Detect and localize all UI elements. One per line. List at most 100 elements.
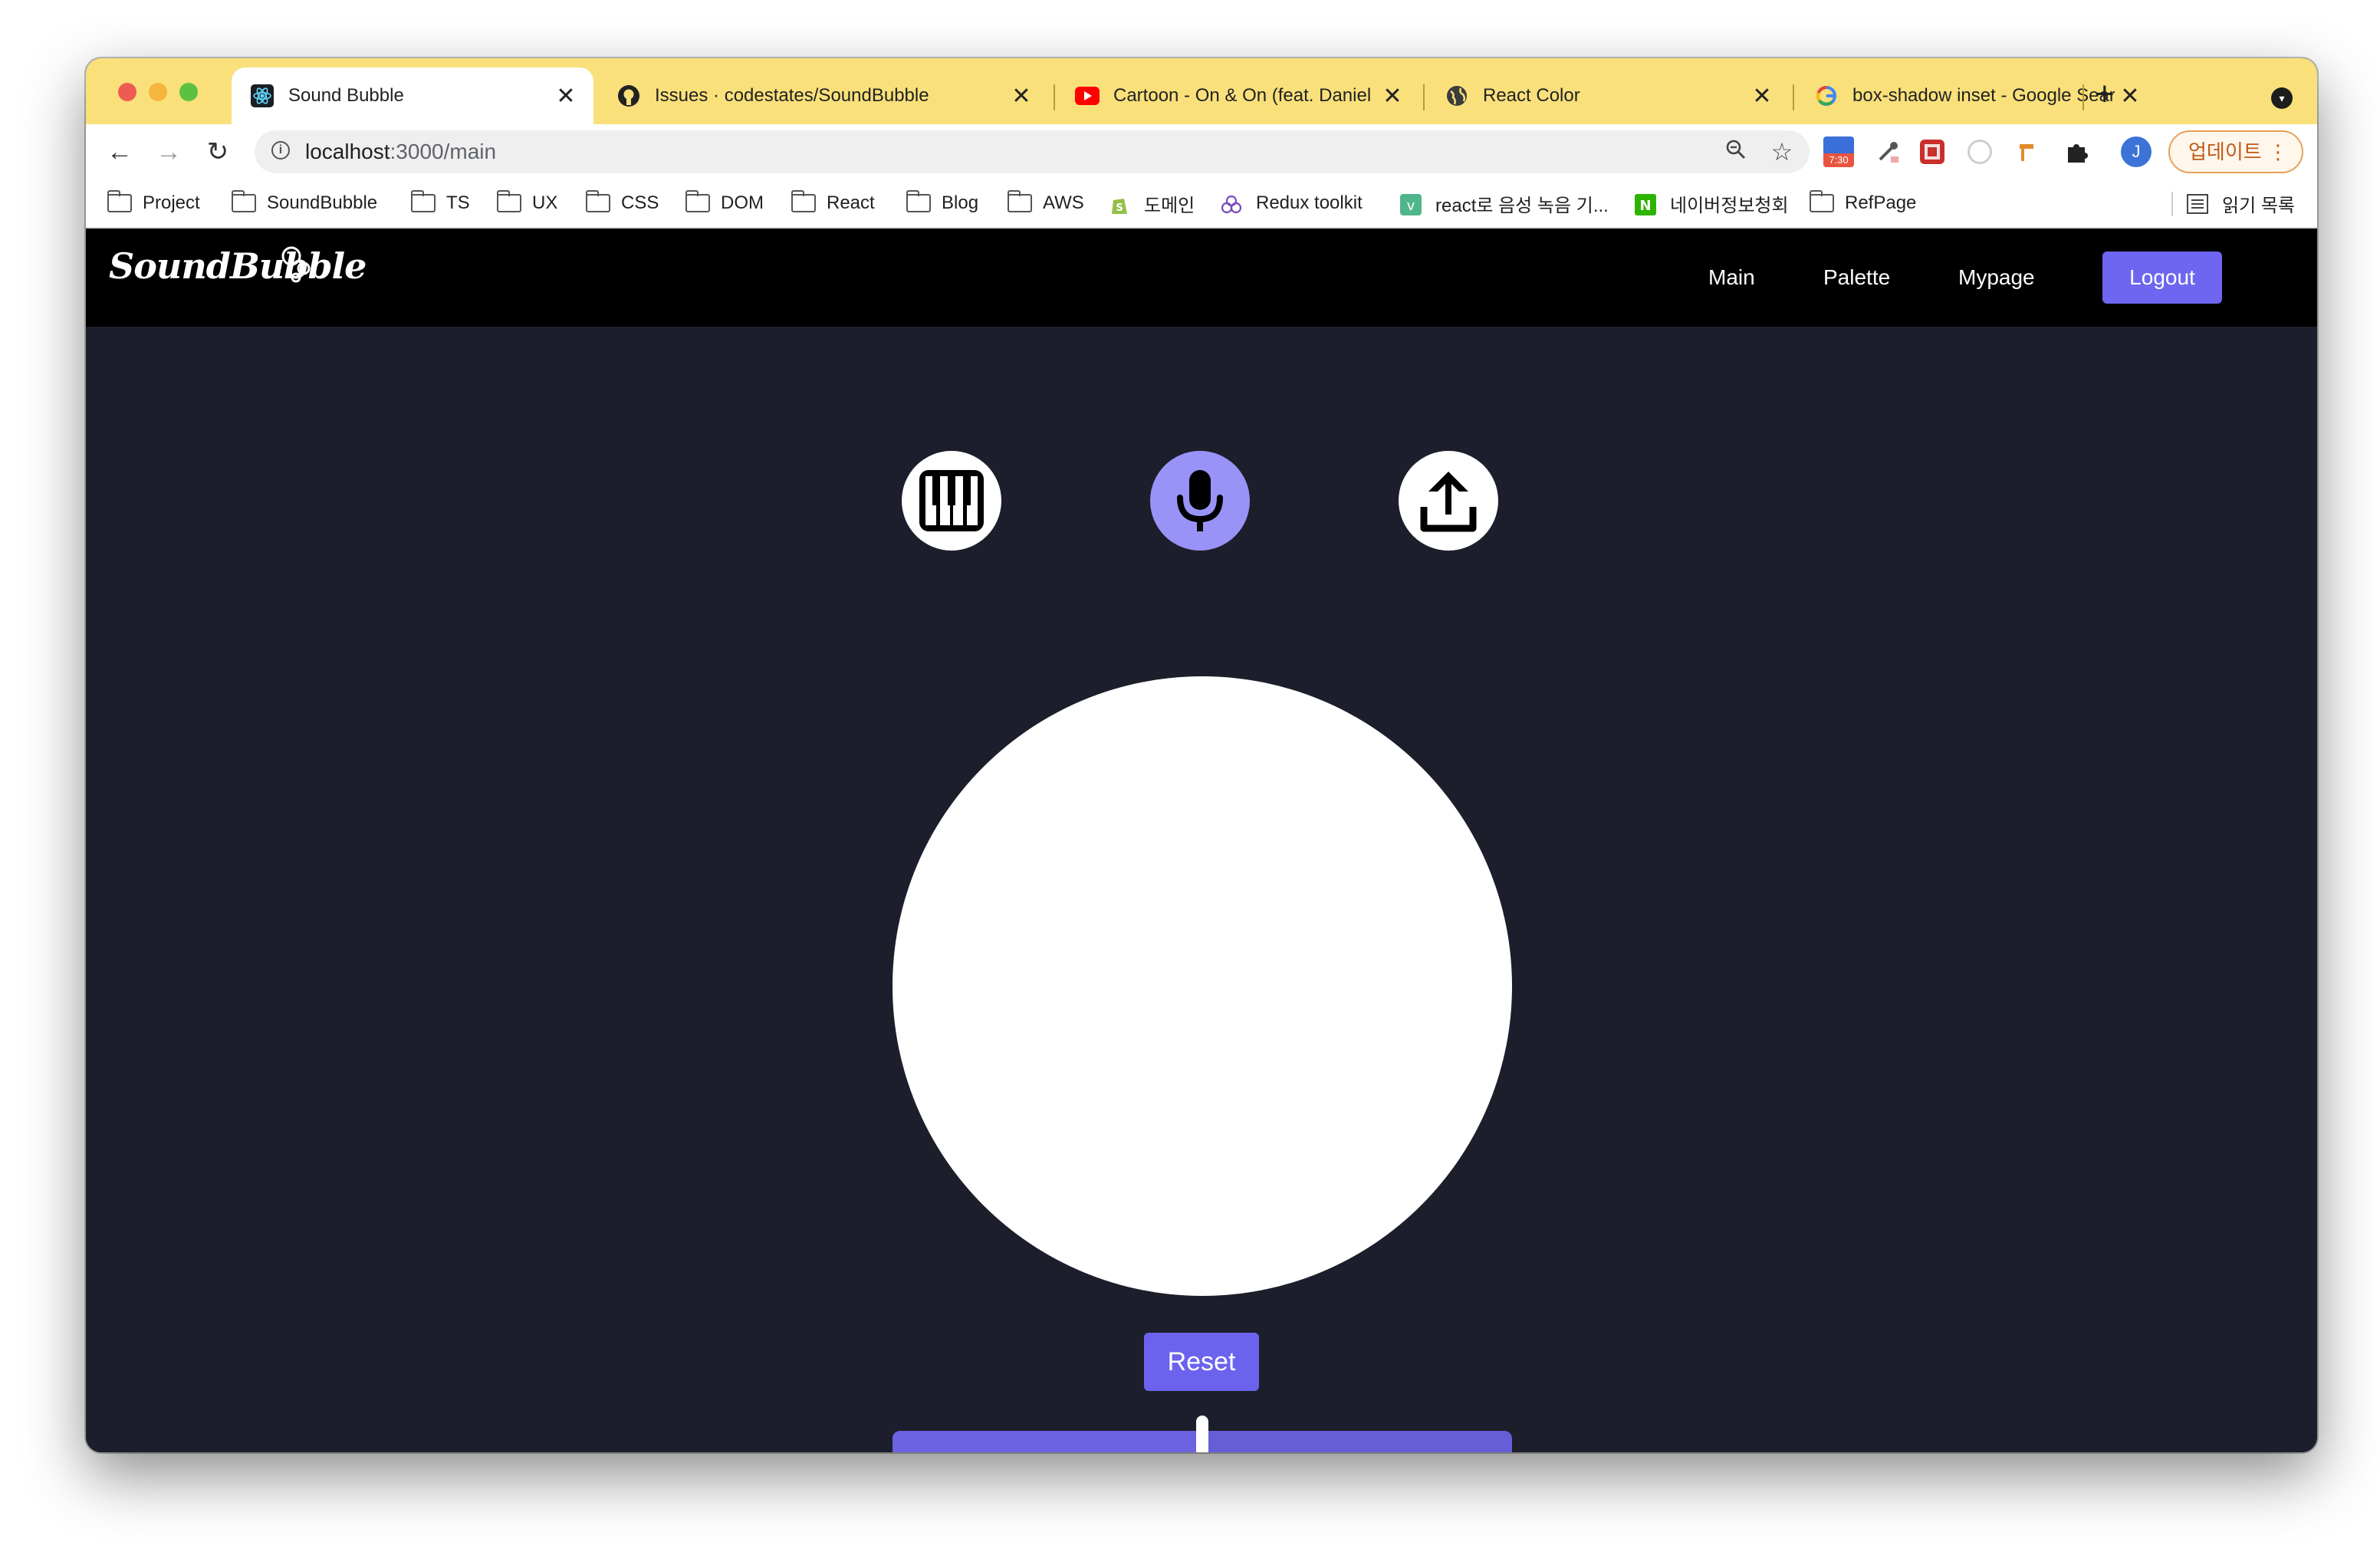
bookmark-label: React — [827, 192, 875, 213]
tab-strip: Sound Bubble ✕ Issues · codestates/Sound… — [86, 58, 2317, 124]
tab-title: box-shadow inset - Google Search — [1852, 85, 2115, 106]
wrench-extension-icon[interactable] — [2015, 140, 2040, 164]
nav-main-link[interactable]: Main — [1708, 229, 1755, 327]
bookmarks-bar: Project SoundBubble TS UX CSS DOM React … — [86, 179, 2317, 229]
bookmark-label: CSS — [621, 192, 659, 213]
circle-extension-icon[interactable] — [1967, 140, 1992, 164]
bubbles-icon — [281, 246, 311, 283]
bookmark-label: UX — [532, 192, 558, 213]
extensions-puzzle-icon[interactable] — [2064, 140, 2089, 164]
logout-button[interactable]: Logout — [2102, 252, 2222, 304]
minimize-window-button[interactable] — [149, 83, 167, 101]
zoom-icon[interactable] — [1719, 135, 1753, 169]
bookmark-react-recording[interactable]: v react로 음성 녹음 기... — [1400, 179, 1609, 227]
red-extension-icon[interactable] — [1920, 140, 1944, 164]
bookmark-naver[interactable]: N 네이버정보청회 — [1635, 179, 1789, 227]
react-icon — [250, 84, 274, 108]
nav-mypage-link[interactable]: Mypage — [1958, 229, 2035, 327]
site-info-icon[interactable]: i — [271, 141, 290, 159]
bookmark-ux[interactable]: UX — [496, 179, 558, 227]
folder-icon — [496, 190, 521, 212]
folder-icon — [1007, 190, 1032, 212]
bookmark-dom[interactable]: DOM — [685, 179, 764, 227]
tab-separator — [1793, 84, 1794, 110]
sound-bubble-canvas[interactable] — [893, 676, 1512, 1296]
bookmark-aws[interactable]: AWS — [1007, 179, 1084, 227]
tab-github-issues[interactable]: Issues · codestates/SoundBubble ✕ — [598, 67, 1049, 124]
bookmark-ts[interactable]: TS — [410, 179, 470, 227]
upload-icon — [1420, 472, 1477, 532]
piano-mode-button[interactable] — [902, 451, 1001, 551]
extension-badge: 7:30 — [1823, 153, 1854, 167]
bookmark-react[interactable]: React — [791, 179, 875, 227]
bookmark-label: TS — [446, 192, 470, 213]
folder-icon — [410, 190, 436, 212]
bookmark-label: 네이버정보청회 — [1670, 195, 1789, 216]
close-window-button[interactable] — [118, 83, 136, 101]
more-menu-icon[interactable]: ⋮ — [2268, 132, 2288, 172]
update-button[interactable]: 업데이트 ⋮ — [2168, 130, 2303, 173]
bookmark-domain[interactable]: S 도메인 — [1109, 179, 1195, 227]
sound-bubble-page: SoundBubble Main Palette Mypage Logout R… — [86, 229, 2317, 1452]
folder-icon — [685, 190, 710, 212]
tab-close-icon[interactable]: ✕ — [551, 83, 581, 110]
github-icon — [616, 84, 641, 108]
bookmark-refpage[interactable]: RefPage — [1809, 179, 1916, 227]
profile-avatar[interactable]: J — [2121, 136, 2152, 167]
globe-icon — [1445, 84, 1469, 108]
naver-icon: N — [1635, 194, 1659, 215]
back-button[interactable]: ← — [101, 133, 138, 170]
vue-icon: v — [1400, 194, 1425, 215]
piano-icon — [919, 470, 984, 531]
bookmark-blog[interactable]: Blog — [906, 179, 978, 227]
bookmark-label: AWS — [1043, 192, 1084, 213]
new-tab-button[interactable]: + — [2095, 75, 2115, 113]
url-path: :3000/main — [390, 140, 497, 163]
upload-mode-button[interactable] — [1399, 451, 1498, 551]
slider-thumb[interactable] — [1196, 1416, 1208, 1452]
bookmark-star-icon[interactable]: ☆ — [1765, 135, 1799, 169]
tab-search-icon[interactable]: ▾ — [2271, 87, 2293, 109]
bookmark-css[interactable]: CSS — [585, 179, 659, 227]
tab-close-icon[interactable]: ✕ — [2115, 83, 2145, 110]
svg-text:S: S — [1116, 202, 1123, 214]
tab-separator — [1054, 84, 1055, 110]
folder-icon — [1809, 190, 1834, 212]
microphone-mode-button[interactable] — [1150, 451, 1250, 551]
bookmarks-separator — [2171, 192, 2173, 216]
tab-title: React Color — [1483, 85, 1580, 106]
calendar-extension-icon[interactable]: 7:30 — [1823, 136, 1854, 167]
address-bar[interactable]: i localhost:3000/main ☆ — [255, 130, 1810, 173]
tab-react-color[interactable]: React Color ✕ — [1426, 67, 1790, 124]
forward-button[interactable]: → — [150, 133, 187, 170]
bookmark-label: react로 음성 녹음 기... — [1435, 195, 1609, 216]
reload-button[interactable]: ↻ — [199, 133, 236, 170]
reading-list-button[interactable]: 읽기 목록 — [2187, 179, 2295, 227]
reset-button[interactable]: Reset — [1144, 1333, 1259, 1391]
tab-close-icon[interactable]: ✕ — [1377, 83, 1408, 110]
shopify-icon: S — [1109, 194, 1133, 214]
url-text[interactable]: localhost:3000/main — [305, 130, 496, 173]
tab-close-icon[interactable]: ✕ — [1747, 83, 1777, 110]
svg-text:N: N — [1639, 198, 1651, 214]
tab-close-icon[interactable]: ✕ — [1006, 83, 1037, 110]
nav-palette-link[interactable]: Palette — [1823, 229, 1890, 327]
tab-title: Sound Bubble — [288, 85, 404, 106]
bookmark-project[interactable]: Project — [107, 179, 200, 227]
bookmark-label: Redux toolkit — [1256, 192, 1363, 213]
reading-list-icon — [2187, 194, 2211, 214]
eyedropper-extension-icon[interactable] — [1875, 140, 1900, 164]
folder-icon — [906, 190, 931, 212]
tab-sound-bubble[interactable]: Sound Bubble ✕ — [232, 67, 593, 124]
redux-icon — [1221, 194, 1245, 214]
bookmark-label: Project — [143, 192, 200, 213]
tab-youtube[interactable]: Cartoon - On & On (feat. Daniel Levi) ✕ — [1057, 67, 1420, 124]
tab-separator — [1423, 84, 1425, 110]
site-logo[interactable]: SoundBubble — [109, 245, 367, 287]
maximize-window-button[interactable] — [179, 83, 198, 101]
site-navbar: SoundBubble Main Palette Mypage Logout — [86, 229, 2317, 327]
tab-separator — [2082, 84, 2084, 110]
bookmark-soundbubble[interactable]: SoundBubble — [231, 179, 377, 227]
browser-toolbar: ← → ↻ i localhost:3000/main ☆ 7:30 J 업데이… — [86, 124, 2317, 179]
bookmark-redux-toolkit[interactable]: Redux toolkit — [1221, 179, 1363, 227]
